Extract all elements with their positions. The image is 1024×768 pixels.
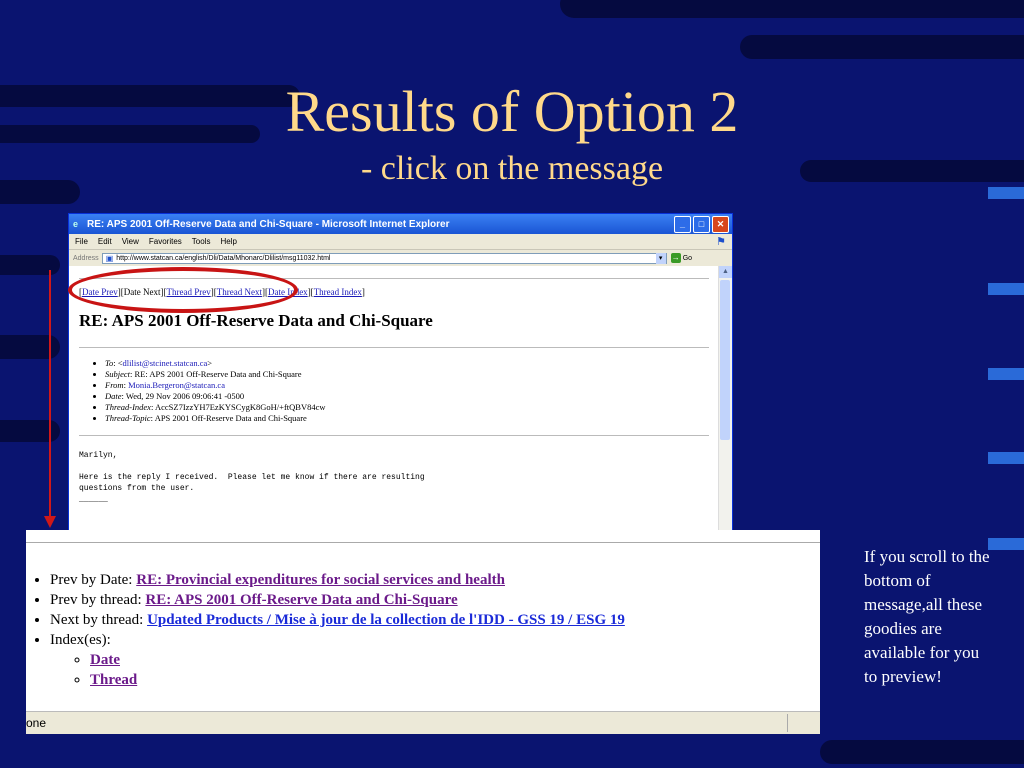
browser-window: e RE: APS 2001 Off-Reserve Data and Chi-… — [68, 213, 733, 531]
go-button[interactable]: → Go — [670, 253, 693, 263]
prev-by-thread-link[interactable]: RE: APS 2001 Off-Reserve Data and Chi-Sq… — [145, 592, 457, 608]
windows-flag-icon: ⚑ — [716, 236, 726, 248]
menu-bar: File Edit View Favorites Tools Help ⚑ — [69, 234, 732, 249]
divider — [79, 347, 709, 348]
footer-nav-list: Prev by Date: RE: Provincial expenditure… — [34, 572, 625, 692]
header-value: AccSZ7IzzYH7EzKYSCygK8GoH/+ftQBV84cw — [154, 402, 326, 412]
header-label: Date — [105, 391, 122, 401]
menu-tools[interactable]: Tools — [192, 237, 211, 246]
close-button[interactable]: ✕ — [712, 216, 729, 233]
index-label: Index(es): — [50, 632, 111, 648]
list-item: Index(es): Date Thread — [50, 632, 625, 689]
window-titlebar[interactable]: e RE: APS 2001 Off-Reserve Data and Chi-… — [69, 214, 732, 234]
page-icon: ▣ — [105, 253, 114, 263]
message-headers: To: <dlilist@stcinet.statcan.ca> Subject… — [95, 358, 709, 423]
header-value: > — [207, 358, 213, 368]
address-bar: Address ▣ http://www.statcan.ca/english/… — [69, 249, 732, 266]
prev-date-label: Prev by Date: — [50, 572, 137, 588]
address-value: http://www.statcan.ca/english/Dli/Data/M… — [116, 254, 331, 262]
background-tick — [988, 452, 1024, 464]
highlight-oval — [68, 267, 298, 313]
header-value: Wed, 29 Nov 2006 09:06:41 -0500 — [125, 391, 245, 401]
list-item: Date — [90, 652, 625, 669]
next-by-thread-link[interactable]: Updated Products / Mise à jour de la col… — [147, 612, 625, 628]
background-stripe — [820, 740, 1024, 764]
background-stripe — [0, 420, 60, 442]
menu-view[interactable]: View — [122, 237, 139, 246]
header-thread-topic: Thread-Topic: APS 2001 Off-Reserve Data … — [105, 413, 709, 423]
header-thread-index: Thread-Index: AccSZ7IzzYH7EzKYSCygK8GoH/… — [105, 402, 709, 412]
next-thread-label: Next by thread: — [50, 612, 148, 628]
list-item: Prev by thread: RE: APS 2001 Off-Reserve… — [50, 592, 625, 609]
background-stripe — [560, 0, 1024, 18]
prev-thread-label: Prev by thread: — [50, 592, 146, 608]
list-item: Thread — [90, 672, 625, 689]
header-label: From — [105, 380, 124, 390]
to-email-link[interactable]: dlilist@stcinet.statcan.ca — [123, 358, 208, 368]
header-label: To — [105, 358, 114, 368]
header-from: From: Monia.Bergeron@statcan.ca — [105, 380, 709, 390]
vertical-scrollbar[interactable]: ▲ — [718, 266, 732, 530]
status-divider — [787, 714, 788, 732]
go-label: Go — [682, 254, 693, 262]
header-label: Thread-Index — [105, 402, 151, 412]
message-footer-zoom: Prev by Date: RE: Provincial expenditure… — [26, 530, 820, 734]
slide-subtitle: - click on the message — [360, 150, 664, 187]
status-bar: one — [26, 711, 820, 734]
scroll-arrow-line — [49, 270, 51, 520]
header-subject: Subject: RE: APS 2001 Off-Reserve Data a… — [105, 369, 709, 379]
ie-logo-icon: e — [73, 219, 79, 229]
go-arrow-icon: → — [670, 253, 681, 263]
list-item: Prev by Date: RE: Provincial expenditure… — [50, 572, 625, 589]
list-item: Next by thread: Updated Products / Mise … — [50, 612, 625, 629]
date-index-link[interactable]: Date — [90, 652, 120, 668]
address-input[interactable]: ▣ http://www.statcan.ca/english/Dli/Data… — [101, 252, 667, 264]
header-label: Subject — [105, 369, 131, 379]
divider — [26, 542, 820, 543]
scrollbar-thumb[interactable] — [720, 280, 730, 440]
background-stripe — [0, 255, 60, 275]
index-list: Date Thread — [50, 652, 625, 689]
menu-favorites[interactable]: Favorites — [149, 237, 182, 246]
divider — [79, 435, 709, 436]
header-to: To: <dlilist@stcinet.statcan.ca> — [105, 358, 709, 368]
address-label: Address — [73, 254, 99, 262]
from-email-link[interactable]: Monia.Bergeron@statcan.ca — [128, 380, 225, 390]
menu-file[interactable]: File — [75, 237, 88, 246]
background-tick — [988, 368, 1024, 380]
prev-by-date-link[interactable]: RE: Provincial expenditures for social s… — [136, 572, 505, 588]
header-date: Date: Wed, 29 Nov 2006 09:06:41 -0500 — [105, 391, 709, 401]
menu-edit[interactable]: Edit — [98, 237, 112, 246]
thread-index-link[interactable]: Thread — [90, 672, 137, 688]
message-body: Marilyn, Here is the reply I received. P… — [79, 451, 425, 504]
window-title: RE: APS 2001 Off-Reserve Data and Chi-Sq… — [87, 218, 450, 230]
maximize-button[interactable]: □ — [693, 216, 710, 233]
scroll-up-icon[interactable]: ▲ — [719, 266, 732, 278]
background-tick — [988, 187, 1024, 199]
message-heading: RE: APS 2001 Off-Reserve Data and Chi-Sq… — [79, 311, 433, 330]
background-stripe — [740, 35, 1024, 59]
menu-help[interactable]: Help — [220, 237, 236, 246]
address-dropdown-icon[interactable]: ▾ — [655, 252, 666, 264]
status-text: one — [26, 716, 47, 730]
down-arrow-icon — [44, 516, 56, 528]
background-tick — [988, 283, 1024, 295]
side-note: If you scroll to the bottom of message,a… — [864, 547, 990, 686]
minimize-button[interactable]: _ — [674, 216, 691, 233]
header-label: Thread-Topic — [105, 413, 151, 423]
header-value: RE: APS 2001 Off-Reserve Data and Chi-Sq… — [134, 369, 302, 379]
background-stripe — [0, 335, 60, 359]
slide-title: Results of Option 2 — [285, 79, 739, 144]
thread-index-link[interactable]: Thread Index — [314, 287, 362, 297]
header-value: APS 2001 Off-Reserve Data and Chi-Square — [154, 413, 307, 423]
